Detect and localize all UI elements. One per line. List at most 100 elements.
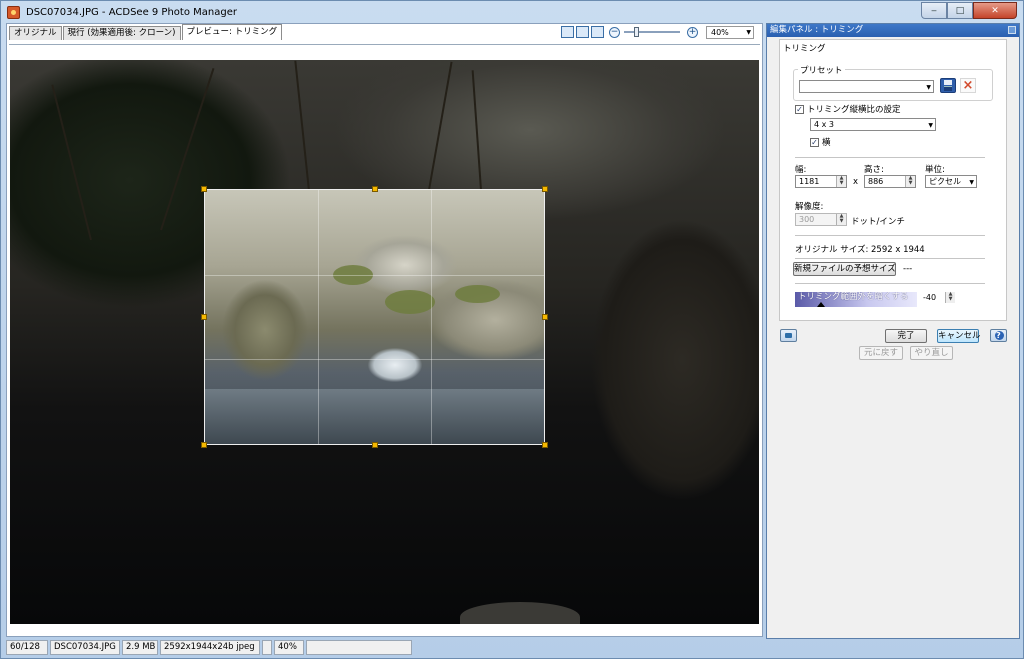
darken-value: -40 [923,293,937,302]
photo-moss [385,290,435,314]
times-sign: x [853,177,859,187]
minimize-button[interactable]: ‒ [921,2,947,19]
resolution-unit: ドット/インチ [851,217,905,227]
darken-outside-slider[interactable]: トリミング範囲外を暗くする [795,292,917,307]
toolbar-divider [9,44,760,45]
close-button[interactable]: ✕ [973,2,1017,19]
darken-value-input[interactable]: -40 ▲ ▼ [920,292,955,305]
photo-moss [455,285,500,303]
crop-group-title: トリミング [783,44,826,54]
zoom-slider[interactable] [624,27,680,37]
crop-handle-bottom-right[interactable] [542,442,548,448]
divider [795,157,985,158]
status-filesize: 2.9 MB [122,640,158,655]
help-icon[interactable]: ? [990,329,1007,342]
resolution-label: 解像度: [795,202,824,212]
crop-grid-line [430,190,432,444]
window-controls: ‒ □ ✕ [921,2,1017,19]
acdsee-app-icon[interactable] [7,5,20,19]
resolution-input[interactable]: 300 ▲ ▼ [795,213,847,226]
crop-handle-right[interactable] [542,314,548,320]
landscape-label: 横 [822,138,831,148]
crop-grid-line [317,190,319,444]
zoom-level-select[interactable]: 40% [706,25,754,39]
status-index: 60/128 [6,640,48,655]
pin-icon[interactable] [1008,26,1016,34]
photo-water [205,389,544,444]
unit-select[interactable]: ピクセル [925,175,977,188]
height-value: 886 [868,177,884,186]
status-dimensions: 2592x1944x24b jpeg [160,640,260,655]
aspect-ratio-checkbox-box[interactable]: ✓ [795,104,804,114]
width-input[interactable]: 1181 ▲ ▼ [795,175,847,188]
divider [795,283,985,284]
status-bar: 60/128 DSC07034.JPG 2.9 MB 2592x1944x24b… [6,640,1020,656]
crop-handle-top-left[interactable] [201,186,207,192]
preset-fieldset: プリセット × [793,64,993,101]
height-input[interactable]: 886 ▲ ▼ [864,175,916,188]
view-tabs: オリジナル 現行 (効果適用後: クローン) プレビュー: トリミング [9,24,283,40]
undo-button[interactable]: 元に戻す [859,346,903,360]
height-spinner[interactable]: ▲ ▼ [905,176,915,187]
status-filename: DSC07034.JPG [50,640,120,655]
darken-outside-label: トリミング範囲外を暗くする [798,292,909,302]
status-progress [306,640,412,655]
crop-handle-top-right[interactable] [542,186,548,192]
aspect-ratio-checkbox[interactable]: ✓ トリミング縦横比の設定 [795,103,901,115]
crop-handle-top[interactable] [372,186,378,192]
divider [795,235,985,236]
estimate-size-value: --- [903,264,913,274]
preset-legend: プリセット [798,64,845,76]
crop-grid-line [205,274,544,276]
cancel-button[interactable]: キャンセル [937,329,981,343]
aspect-ratio-label: トリミング縦横比の設定 [807,105,901,115]
tab-original[interactable]: オリジナル [9,26,62,40]
app-window: DSC07034.JPG - ACDSee 9 Photo Manager ‒ … [0,0,1024,659]
divider [795,258,985,259]
maximize-button[interactable]: □ [947,2,973,19]
image-canvas[interactable] [10,60,759,624]
darken-spinner[interactable]: ▲ ▼ [945,292,955,303]
crop-grid-line [205,359,544,361]
image-viewer-pane: オリジナル 現行 (効果適用後: クローン) プレビュー: トリミング − + … [6,23,763,637]
status-spacer [262,640,272,655]
status-zoom: 40% [274,640,304,655]
crop-handle-bottom[interactable] [372,442,378,448]
darken-slider-thumb[interactable] [817,302,825,307]
resolution-value: 300 [799,215,815,224]
height-label: 高さ: [864,165,884,175]
fit-image-icon[interactable] [576,26,589,38]
unit-label: 単位: [925,165,945,175]
crop-selection[interactable] [204,189,545,445]
width-spinner[interactable]: ▲ ▼ [836,176,846,187]
resolution-spinner[interactable]: ▲ ▼ [836,214,846,225]
estimate-size-button[interactable]: 新規ファイルの予想サイズ [793,262,896,276]
width-label: 幅: [795,165,807,175]
zoom-in-button[interactable]: + [687,26,698,38]
tab-current[interactable]: 現行 (効果適用後: クローン) [62,26,181,40]
save-preset-icon[interactable] [940,78,956,93]
edit-panel-crop: 編集パネル : トリミング トリミング プリセット × ✓ トリミング縦横比の設… [766,23,1020,639]
preset-select[interactable] [799,80,934,93]
landscape-checkbox-box[interactable]: ✓ [810,137,819,147]
panel-title: 編集パネル : トリミング [770,25,864,35]
original-size-text: オリジナル サイズ: 2592 x 1944 [795,245,925,255]
panel-options-icon[interactable] [780,329,797,342]
title-bar[interactable]: DSC07034.JPG - ACDSee 9 Photo Manager ‒ … [1,1,1023,23]
delete-preset-icon[interactable]: × [960,78,976,93]
fit-window-icon[interactable] [591,26,604,38]
aspect-ratio-select[interactable]: 4 x 3 [810,118,936,131]
window-title: DSC07034.JPG - ACDSee 9 Photo Manager [26,6,237,18]
crop-group: トリミング プリセット × ✓ トリミング縦横比の設定 4 x 3 ✓ 横 幅:… [779,39,1007,321]
redo-button[interactable]: やり直し [910,346,953,360]
crop-handle-bottom-left[interactable] [201,442,207,448]
done-button[interactable]: 完了 [885,329,927,343]
crop-handle-left[interactable] [201,314,207,320]
photo-rock [460,602,580,624]
landscape-checkbox[interactable]: ✓ 横 [810,136,831,148]
actual-size-icon[interactable] [561,26,574,38]
tab-preview-crop[interactable]: プレビュー: トリミング [181,24,283,40]
view-toolbar: − + 40% [561,25,754,39]
zoom-slider-thumb[interactable] [634,27,640,37]
zoom-out-button[interactable]: − [609,26,620,38]
